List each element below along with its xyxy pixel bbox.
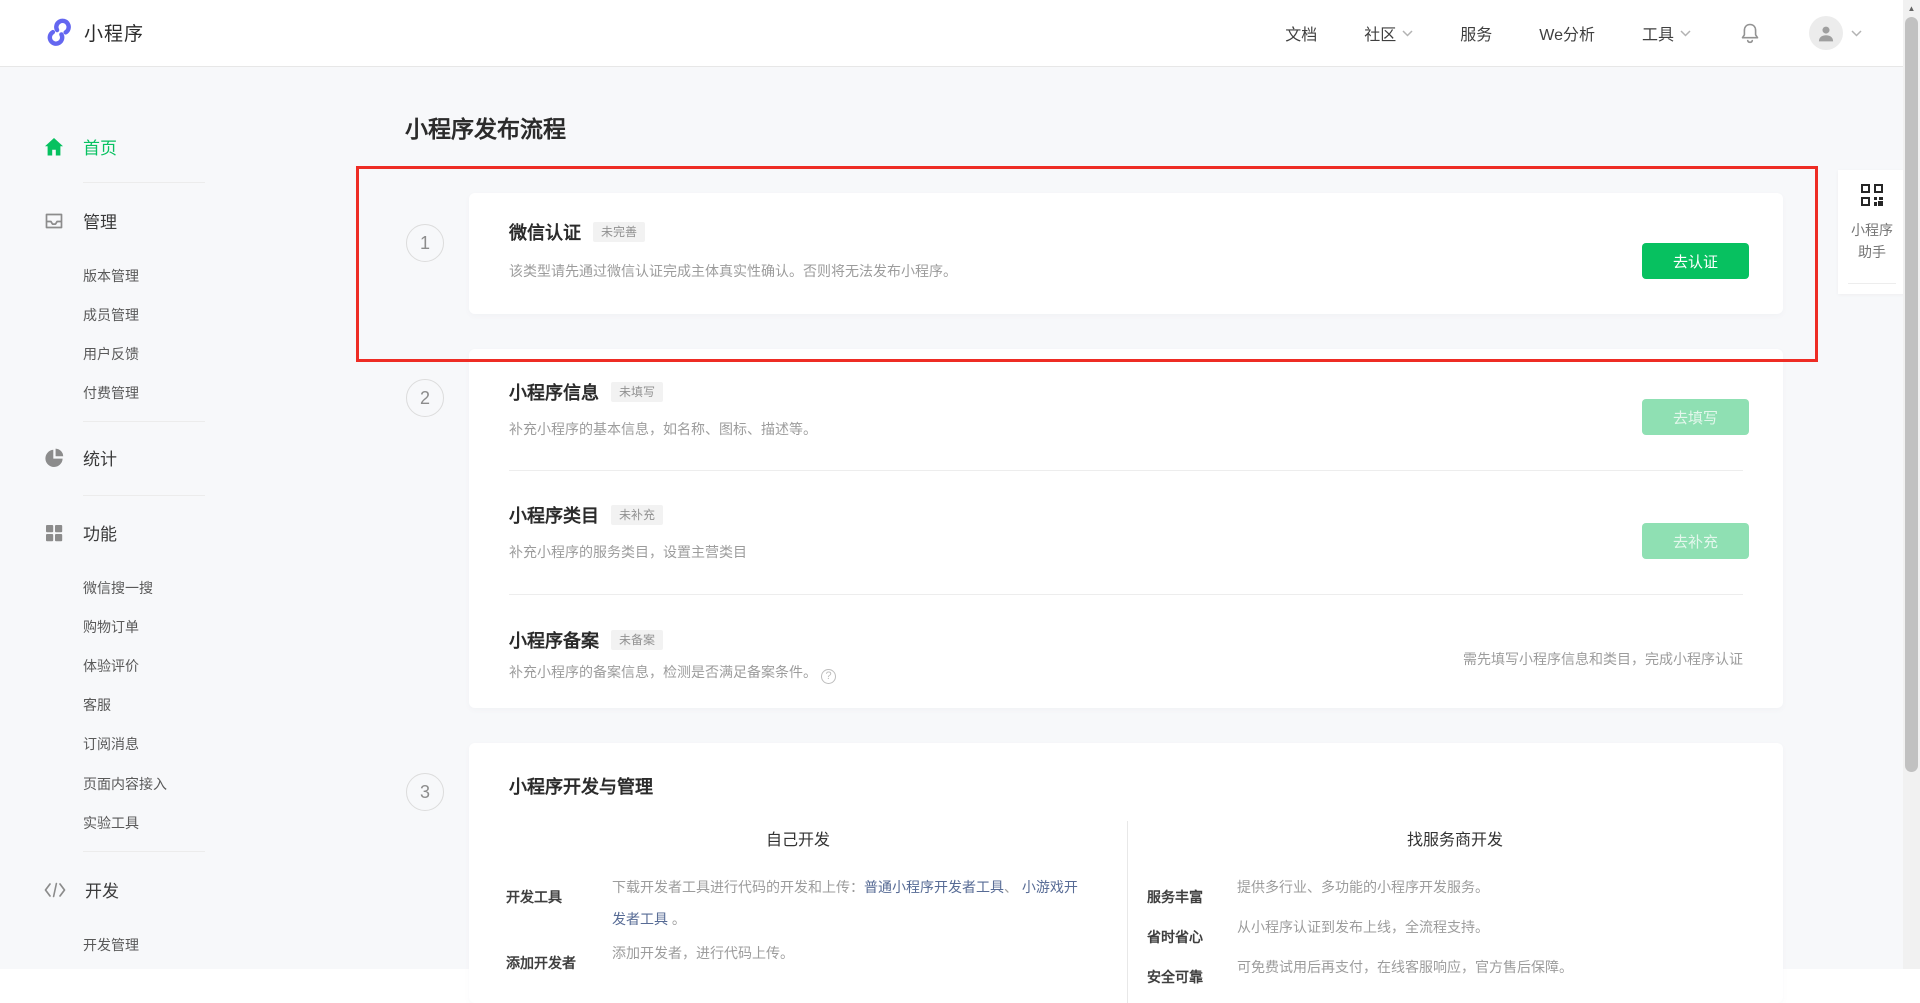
sidebar-item-shopping-orders[interactable]: 购物订单 bbox=[83, 617, 139, 637]
avatar bbox=[1809, 16, 1843, 50]
pie-chart-icon bbox=[43, 447, 65, 469]
sidebar-divider bbox=[83, 182, 205, 183]
dev-row-text: 提供多行业、多功能的小程序开发服务。 bbox=[1237, 871, 1489, 903]
sidebar-section-develop[interactable]: 开发 bbox=[43, 877, 119, 902]
dev-row-text: 下载开发者工具进行代码的开发和上传：普通小程序开发者工具、 小游戏开发者工具 。 bbox=[612, 871, 1082, 935]
go-fill-info-button[interactable]: 去填写 bbox=[1642, 399, 1749, 435]
grid-icon bbox=[43, 522, 65, 544]
section-title: 小程序备案 bbox=[509, 627, 599, 653]
sidebar-item-payment-manage[interactable]: 付费管理 bbox=[83, 383, 139, 403]
self-develop-header: 自己开发 bbox=[469, 826, 1127, 850]
sidebar-item-wechat-search[interactable]: 微信搜一搜 bbox=[83, 578, 153, 598]
sidebar-item-label: 首页 bbox=[83, 134, 117, 159]
sidebar-item-member-manage[interactable]: 成员管理 bbox=[83, 305, 139, 325]
account-menu[interactable] bbox=[1809, 16, 1862, 50]
sidebar-item-experience-review[interactable]: 体验评价 bbox=[83, 656, 139, 676]
section-title: 微信认证 bbox=[509, 219, 581, 245]
sidebar-item-version-manage[interactable]: 版本管理 bbox=[83, 266, 139, 286]
dev-row-label: 添加开发者 bbox=[506, 953, 576, 973]
sidebar-section-label: 管理 bbox=[83, 208, 117, 233]
section-title: 小程序开发与管理 bbox=[509, 773, 653, 799]
miniprogram-setup-card: 小程序信息 未填写 补充小程序的基本信息，如名称、图标、描述等。 去填写 小程序… bbox=[469, 349, 1783, 708]
status-badge: 未完善 bbox=[593, 222, 645, 242]
dev-row-label: 安全可靠 bbox=[1147, 967, 1203, 987]
sidebar-item-customer-service[interactable]: 客服 bbox=[83, 695, 111, 715]
section-description: 补充小程序的基本信息，如名称、图标、描述等。 bbox=[509, 419, 817, 439]
step-number-1: 1 bbox=[406, 224, 444, 262]
status-badge: 未备案 bbox=[611, 630, 663, 650]
sidebar-divider bbox=[83, 851, 205, 852]
sidebar-item-home[interactable]: 首页 bbox=[43, 134, 117, 159]
home-icon bbox=[43, 136, 65, 158]
chevron-down-icon bbox=[1402, 30, 1413, 37]
status-badge: 未补充 bbox=[611, 505, 663, 525]
inbox-icon bbox=[43, 210, 65, 232]
chevron-down-icon bbox=[1680, 30, 1691, 37]
sidebar-item-experiment-tools[interactable]: 实验工具 bbox=[83, 813, 139, 833]
wechat-verification-card: 微信认证 未完善 该类型请先通过微信认证完成主体真实性确认。否则将无法发布小程序… bbox=[469, 193, 1783, 314]
section-title: 小程序信息 bbox=[509, 379, 599, 405]
section-title: 小程序类目 bbox=[509, 502, 599, 528]
dev-row-text: 从小程序认证到发布上线，全流程支持。 bbox=[1237, 911, 1489, 943]
sidebar-section-statistics[interactable]: 统计 bbox=[43, 445, 117, 470]
sidebar-item-dev-manage[interactable]: 开发管理 bbox=[83, 935, 139, 955]
nav-services[interactable]: 服务 bbox=[1460, 21, 1492, 45]
logo-text: 小程序 bbox=[84, 19, 144, 46]
bell-icon bbox=[1738, 21, 1762, 45]
miniprogram-logo[interactable]: 小程序 bbox=[44, 17, 144, 47]
nav-tools[interactable]: 工具 bbox=[1642, 21, 1691, 45]
sidebar-section-label: 开发 bbox=[85, 877, 119, 902]
scroll-up-arrow[interactable]: ▲ bbox=[1903, 0, 1920, 17]
step-number-2: 2 bbox=[406, 379, 444, 417]
card-divider bbox=[509, 470, 1743, 471]
scrollbar-thumb[interactable] bbox=[1905, 17, 1918, 772]
nav-we-analysis[interactable]: We分析 bbox=[1539, 21, 1595, 45]
status-badge: 未填写 bbox=[611, 382, 663, 402]
dev-row-label: 服务丰富 bbox=[1147, 887, 1203, 907]
sidebar-section-label: 功能 bbox=[83, 520, 117, 545]
step-number-3: 3 bbox=[406, 773, 444, 811]
go-add-category-button[interactable]: 去补充 bbox=[1642, 523, 1749, 559]
sidebar-item-subscribe-message[interactable]: 订阅消息 bbox=[83, 734, 139, 754]
sidebar-item-user-feedback[interactable]: 用户反馈 bbox=[83, 344, 139, 364]
sidebar-section-label: 统计 bbox=[83, 445, 117, 470]
sidebar-divider bbox=[83, 495, 205, 496]
sidebar-section-features[interactable]: 功能 bbox=[43, 520, 117, 545]
user-icon bbox=[1816, 23, 1836, 43]
development-card: 小程序开发与管理 自己开发 找服务商开发 开发工具 下载开发者工具进行代码的开发… bbox=[469, 743, 1783, 1003]
header-nav: 文档 社区 服务 We分析 工具 bbox=[1285, 0, 1862, 66]
page-title: 小程序发布流程 bbox=[405, 110, 566, 144]
assistant-label: 小程序 助手 bbox=[1838, 219, 1906, 263]
qr-code-icon bbox=[1859, 182, 1885, 208]
dev-row-label: 省时省心 bbox=[1147, 927, 1203, 947]
notification-bell-button[interactable] bbox=[1738, 21, 1762, 45]
chevron-down-icon bbox=[1851, 30, 1862, 37]
help-icon[interactable]: ? bbox=[821, 669, 836, 684]
section-description: 该类型请先通过微信认证完成主体真实性确认。否则将无法发布小程序。 bbox=[509, 261, 957, 281]
sidebar-item-page-content[interactable]: 页面内容接入 bbox=[83, 774, 167, 794]
section-description: 补充小程序的备案信息，检测是否满足备案条件。? bbox=[509, 662, 836, 684]
standard-devtools-link[interactable]: 普通小程序开发者工具 bbox=[864, 879, 1004, 895]
vertical-scrollbar[interactable]: ▲ bbox=[1903, 0, 1920, 969]
miniprogram-logo-icon bbox=[44, 17, 74, 47]
sidebar-section-manage[interactable]: 管理 bbox=[43, 208, 117, 233]
prerequisite-note: 需先填写小程序信息和类目，完成小程序认证 bbox=[1463, 649, 1743, 669]
dev-row-label: 开发工具 bbox=[506, 887, 562, 907]
nav-docs[interactable]: 文档 bbox=[1285, 21, 1317, 45]
section-description: 补充小程序的服务类目，设置主营类目 bbox=[509, 542, 747, 562]
card-divider bbox=[509, 594, 1743, 595]
sidebar-divider bbox=[83, 421, 205, 422]
nav-community[interactable]: 社区 bbox=[1364, 21, 1413, 45]
go-verify-button[interactable]: 去认证 bbox=[1642, 243, 1749, 279]
top-header: 小程序 文档 社区 服务 We分析 工具 bbox=[0, 0, 1920, 67]
code-icon bbox=[43, 879, 67, 901]
dev-row-text: 可免费试用后再支付，在线客服响应，官方售后保障。 bbox=[1237, 951, 1573, 983]
vendor-develop-header: 找服务商开发 bbox=[1127, 826, 1783, 850]
helper-divider bbox=[1848, 283, 1896, 284]
miniprogram-assistant-widget[interactable]: 小程序 助手 bbox=[1838, 170, 1906, 294]
dev-row-text: 添加开发者，进行代码上传。 bbox=[612, 937, 794, 969]
